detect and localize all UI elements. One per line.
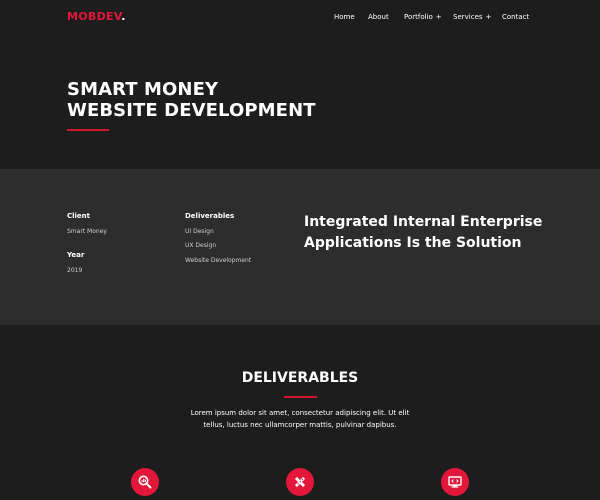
page: MOBDEV. Home About Portfolio + Services + … (0, 0, 600, 500)
page-title-line2: WEBSITE DEVELOPMENT (67, 100, 316, 121)
nav-portfolio[interactable]: Portfolio + (404, 12, 442, 22)
year-heading: Year (67, 251, 85, 259)
deliverables-underline (284, 396, 317, 398)
nav-home[interactable]: Home (334, 12, 355, 22)
deliverable-item: Website Development (185, 257, 252, 264)
client-value: Smart Money (67, 228, 107, 235)
plus-icon: + (485, 13, 492, 21)
deliverables-title: DELIVERABLES (241, 370, 359, 386)
deliverable-item: UI Design (185, 228, 214, 235)
nav-home-label: Home (334, 13, 355, 21)
main-nav: Home About Portfolio + Services + Contact (0, 12, 600, 24)
deliverables-desc-line2: tellus, luctus nec ullamcorper mattis, p… (203, 421, 397, 429)
monitor-code-glyph (448, 476, 462, 488)
design-tools-glyph (295, 477, 305, 487)
nav-services[interactable]: Services + (453, 12, 491, 22)
deliverables-description: Lorem ipsum dolor sit amet, consectetur … (150, 407, 450, 431)
title-underline (67, 129, 109, 131)
tagline-line2: Applications Is the Solution (304, 235, 522, 251)
design-tools-icon (286, 468, 314, 496)
search-analytics-icon (131, 468, 159, 496)
deliverable-item: UX Design (185, 242, 217, 249)
nav-contact[interactable]: Contact (502, 12, 529, 22)
monitor-code-icon (441, 468, 469, 496)
project-info-band: Client Smart Money Year 2019 Deliverable… (0, 169, 600, 325)
deliverables-heading: Deliverables (185, 212, 235, 220)
year-value: 2019 (67, 267, 83, 274)
nav-contact-label: Contact (502, 13, 530, 21)
page-title-line1: SMART MONEY (67, 79, 219, 100)
nav-services-label: Services (453, 13, 483, 21)
site-header: MOBDEV. Home About Portfolio + Services + … (0, 0, 600, 34)
deliverables-desc-line1: Lorem ipsum dolor sit amet, consectetur … (190, 409, 410, 417)
nav-about-label: About (368, 13, 389, 21)
project-tagline: Integrated Internal Enterprise Applicati… (304, 212, 564, 254)
page-title: SMART MONEY WEBSITE DEVELOPMENT (67, 79, 387, 121)
tagline-line1: Integrated Internal Enterprise (304, 214, 543, 230)
nav-about[interactable]: About (368, 12, 389, 22)
nav-portfolio-label: Portfolio (404, 13, 433, 21)
search-analytics-glyph (138, 475, 152, 489)
plus-icon: + (435, 13, 442, 21)
client-heading: Client (67, 212, 91, 220)
